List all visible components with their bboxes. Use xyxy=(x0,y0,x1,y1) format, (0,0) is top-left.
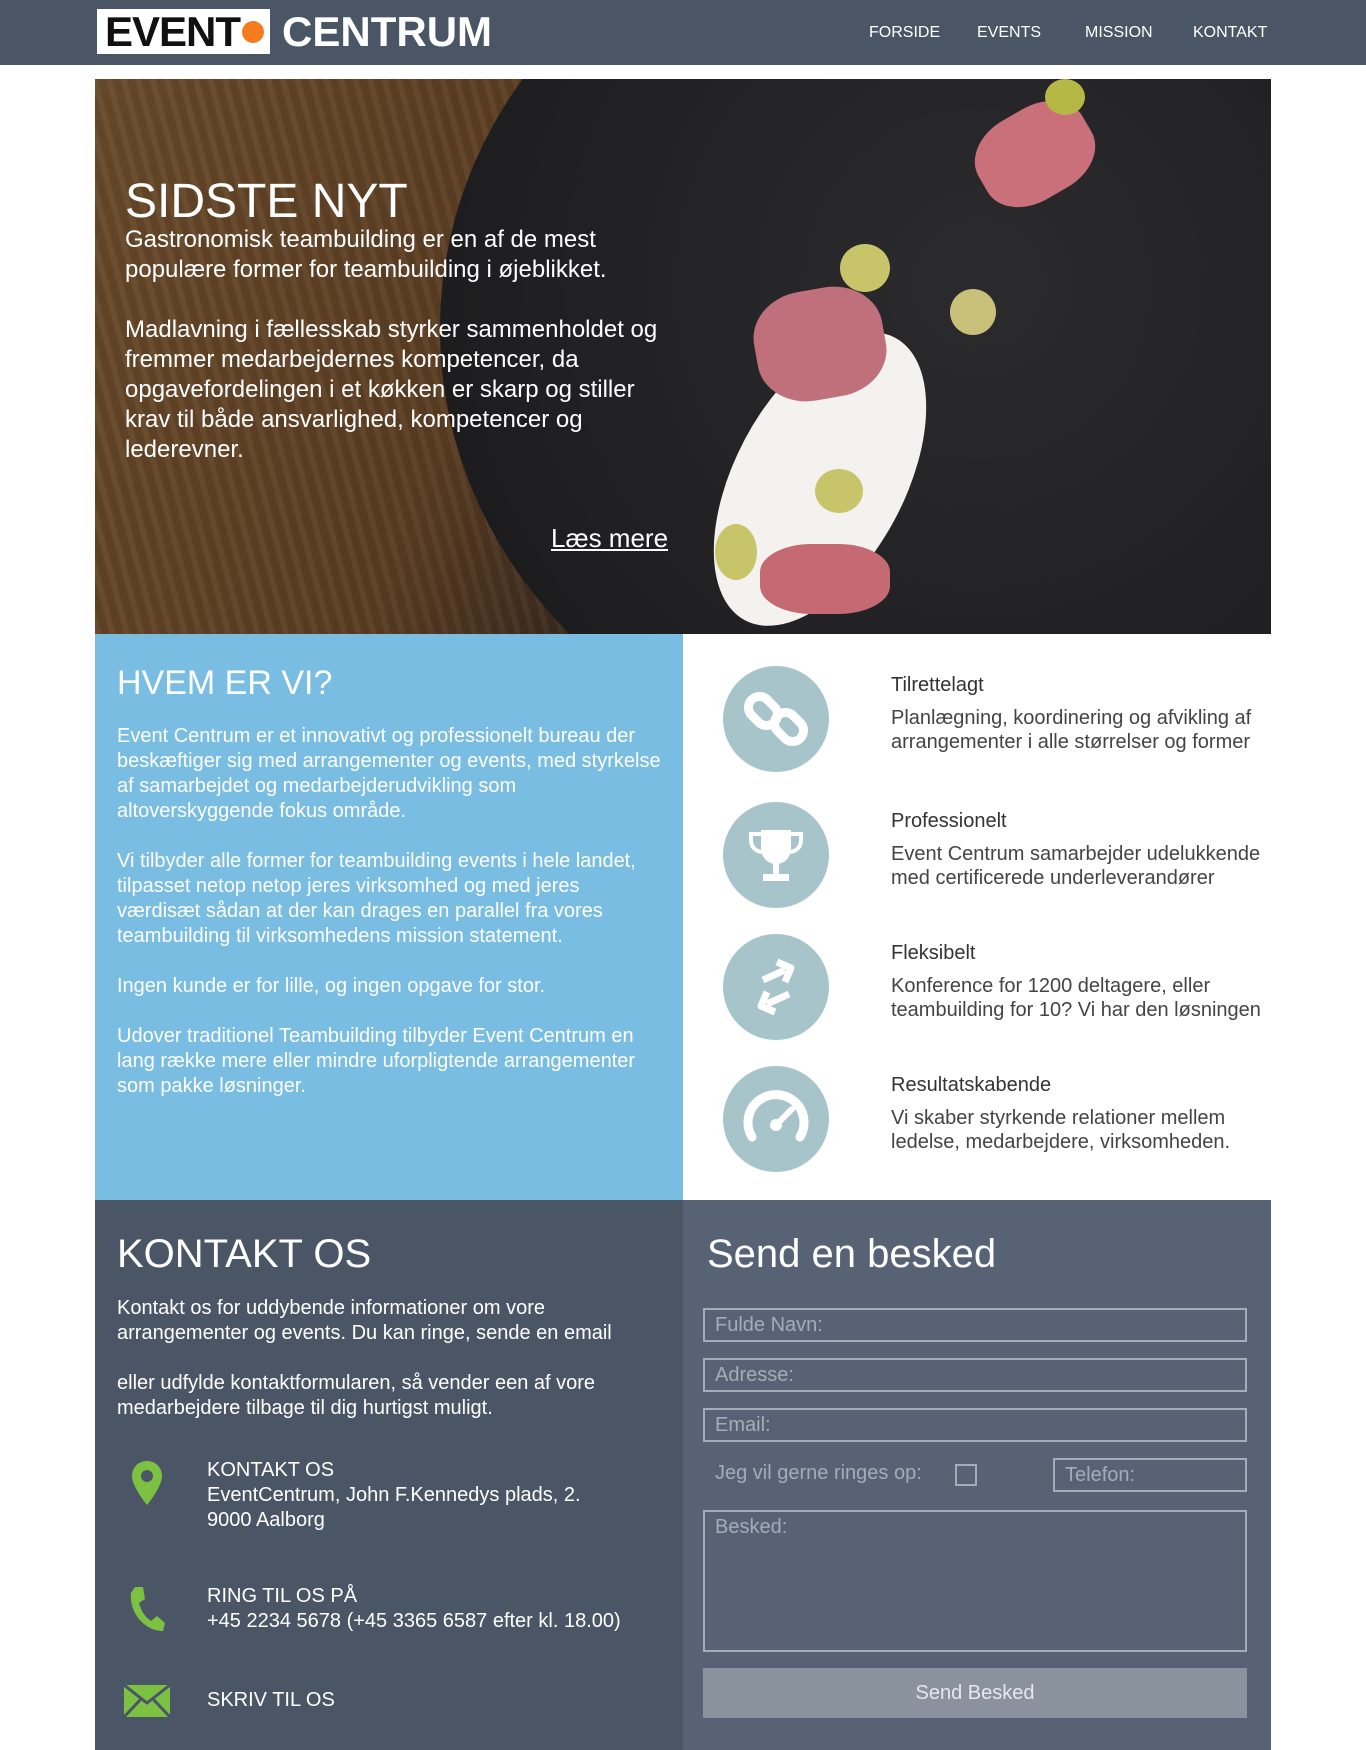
message-field[interactable] xyxy=(703,1510,1247,1652)
contact-paragraph: Kontakt os for uddybende informationer o… xyxy=(117,1297,612,1344)
logo-event-block: EVENT xyxy=(97,8,271,55)
hero-text: Gastronomisk teambuilding er en af de me… xyxy=(125,225,665,465)
contact-form-section: Send en besked Jeg vil gerne ringes op: … xyxy=(683,1200,1271,1750)
address-text: KONTAKT OS EventCentrum, John F.Kennedys… xyxy=(207,1458,581,1533)
who-paragraph: Vi tilbyder alle former for teambuilding… xyxy=(117,850,636,947)
contact-body: Kontakt os for uddybende informationer o… xyxy=(117,1296,677,1421)
hero-paragraph-1: Gastronomisk teambuilding er en af de me… xyxy=(125,226,607,283)
feature-resultatskabende: Resultatskabende Vi skaber styrkende rel… xyxy=(723,1066,1263,1176)
address-line: 9000 Aalborg xyxy=(207,1509,325,1531)
feature-text: Event Centrum samarbejder udelukkende me… xyxy=(891,843,1261,889)
feature-text: Vi skaber styrkende relationer mellem le… xyxy=(891,1107,1231,1153)
phone-heading: RING TIL OS PÅ xyxy=(207,1585,358,1607)
location-pin-icon xyxy=(117,1458,177,1508)
who-paragraph: Ingen kunde er for lille, og ingen opgav… xyxy=(117,975,546,997)
food-piece xyxy=(1045,79,1085,115)
address-line: EventCentrum, John F.Kennedys plads, 2. xyxy=(207,1484,581,1506)
who-paragraph: Event Centrum er et innovativt og profes… xyxy=(117,725,661,822)
trophy-icon xyxy=(723,802,829,908)
send-message-button[interactable]: Send Besked xyxy=(703,1668,1247,1718)
top-navigation-bar: EVENT CENTRUM FORSIDE EVENTS MISSION KON… xyxy=(0,0,1366,65)
link-icon xyxy=(723,666,829,772)
food-piece xyxy=(760,544,890,614)
nav-events[interactable]: EVENTS xyxy=(977,24,1041,42)
envelope-icon xyxy=(117,1676,177,1726)
arrows-icon xyxy=(723,934,829,1040)
who-body: Event Centrum er et innovativt og profes… xyxy=(117,724,667,1099)
nav-mission[interactable]: MISSION xyxy=(1085,24,1153,42)
email-heading[interactable]: SKRIV TIL OS xyxy=(207,1688,335,1713)
contact-paragraph: eller udfylde kontaktformularen, så vend… xyxy=(117,1372,596,1419)
logo-centrum-text: CENTRUM xyxy=(282,7,493,55)
food-piece xyxy=(950,289,996,335)
nav-forside[interactable]: FORSIDE xyxy=(869,24,940,42)
features-section: Tilrettelagt Planlægning, koordinering o… xyxy=(683,634,1271,1200)
form-title: Send en besked xyxy=(707,1232,997,1276)
hero-banner: SIDSTE NYT Gastronomisk teambuilding er … xyxy=(95,79,1271,634)
callback-checkbox[interactable] xyxy=(955,1464,977,1486)
food-piece xyxy=(815,469,863,513)
feature-tilrettelagt: Tilrettelagt Planlægning, koordinering o… xyxy=(723,666,1263,776)
feature-text: Planlægning, koordinering og afvikling a… xyxy=(891,707,1252,753)
site-logo[interactable]: EVENT CENTRUM xyxy=(97,7,493,55)
read-more-link[interactable]: Læs mere xyxy=(551,523,668,554)
phone-text: RING TIL OS PÅ +45 2234 5678 (+45 3365 6… xyxy=(207,1584,621,1634)
food-piece xyxy=(840,244,890,292)
full-name-field[interactable] xyxy=(703,1308,1247,1342)
who-paragraph: Udover traditionel Teambuilding tilbyder… xyxy=(117,1025,636,1097)
phone-number[interactable]: +45 2234 5678 (+45 3365 6587 efter kl. 1… xyxy=(207,1609,621,1634)
feature-fleksibelt: Fleksibelt Konference for 1200 deltagere… xyxy=(723,934,1263,1044)
who-title: HVEM ER VI? xyxy=(117,664,333,702)
nav-kontakt[interactable]: KONTAKT xyxy=(1193,24,1267,42)
feature-title: Fleksibelt xyxy=(891,942,976,964)
feature-title: Resultatskabende xyxy=(891,1074,1052,1096)
feature-title: Professionelt xyxy=(891,810,1007,832)
contact-title: KONTAKT OS xyxy=(117,1232,372,1276)
logo-event-text: EVENT xyxy=(105,8,241,55)
address-field[interactable] xyxy=(703,1358,1247,1392)
address-heading: KONTAKT OS xyxy=(207,1459,335,1481)
hero-title: SIDSTE NYT xyxy=(125,175,408,228)
who-are-we-section: HVEM ER VI? Event Centrum er et innovati… xyxy=(95,634,683,1200)
food-piece xyxy=(715,524,757,580)
feature-text: Konference for 1200 deltagere, eller tea… xyxy=(891,975,1261,1021)
hero-paragraph-2: Madlavning i fællesskab styrker sammenho… xyxy=(125,316,658,463)
feature-professionelt: Professionelt Event Centrum samarbejder … xyxy=(723,802,1263,912)
callback-label: Jeg vil gerne ringes op: xyxy=(715,1462,922,1484)
logo-orange-dot xyxy=(242,20,265,43)
phone-field[interactable] xyxy=(1053,1458,1247,1492)
contact-section: KONTAKT OS Kontakt os for uddybende info… xyxy=(95,1200,683,1750)
speedometer-icon xyxy=(723,1066,829,1172)
feature-title: Tilrettelagt xyxy=(891,674,984,696)
phone-icon xyxy=(117,1584,177,1634)
email-field[interactable] xyxy=(703,1408,1247,1442)
